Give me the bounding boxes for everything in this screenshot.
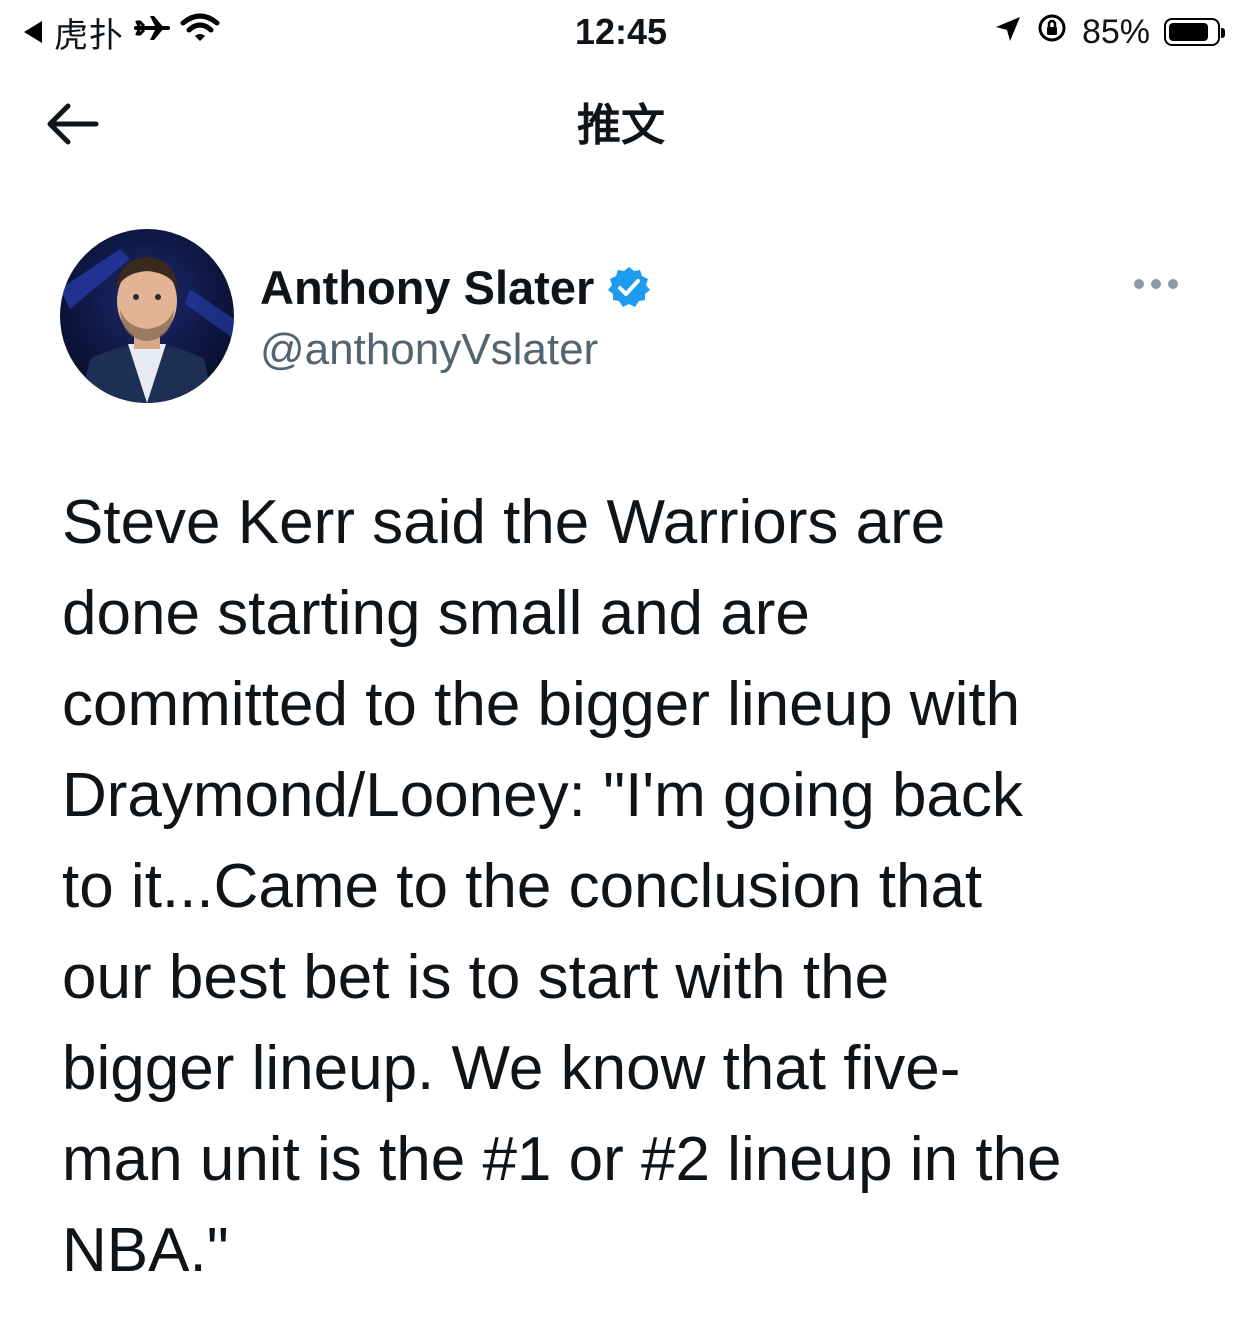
tweet-text-line: NBA." [62,1216,229,1285]
tweet-text: Steve Kerr said the Warriors are done st… [62,477,1212,1296]
tweet-text-line: to it...Came to the conclusion that [62,852,983,921]
tweet-text-line: bigger lineup. We know that five- [62,1034,961,1103]
author-name-row[interactable]: Anthony Slater [260,258,652,318]
tweet-text-line: done starting small and are [62,579,810,648]
verified-badge-icon [606,265,652,311]
tweet-text-line: our best bet is to start with the [62,943,890,1012]
nav-header: 推文 [0,70,1242,180]
battery-fill [1169,23,1209,41]
page-title: 推文 [577,101,665,150]
more-options-button[interactable] [1128,268,1184,304]
tweet-text-line: committed to the bigger lineup with [62,670,1021,739]
status-bar-right: 85% [994,10,1225,54]
tweet-text-line: Draymond/Looney: "I'm going back [62,761,1023,830]
status-bar: 虎扑 12:45 85% [0,0,1242,64]
avatar[interactable] [60,229,234,403]
more-horizontal-icon [1133,277,1179,295]
tweet-text-line: Steve Kerr said the Warriors are [62,488,946,557]
battery-icon [1164,18,1225,46]
author-handle[interactable]: @anthonyVslater [260,322,598,378]
avatar-image [60,229,234,403]
rotation-lock-icon [1036,12,1068,53]
tweet-text-line: man unit is the #1 or #2 lineup in the [62,1125,1062,1194]
author-display-name[interactable]: Anthony Slater [260,258,594,318]
location-arrow-icon [994,13,1022,52]
battery-percent: 85% [1081,12,1150,51]
